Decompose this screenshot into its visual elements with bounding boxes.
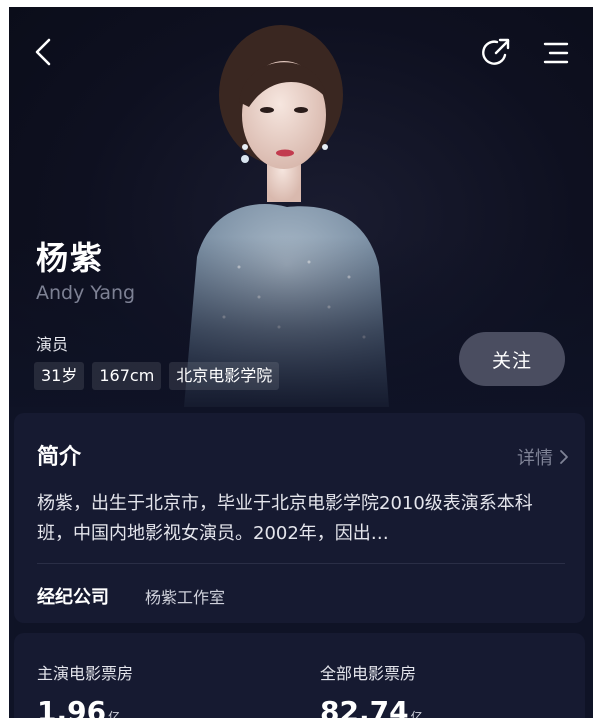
intro-bio-text: 杨紫，出生于北京市，毕业于北京电影学院2010级表演系本科班，中国内地影视女演员…: [37, 493, 533, 544]
height-tag: 167cm: [92, 362, 162, 390]
total-box-office-number: 82.74: [320, 695, 409, 718]
share-icon[interactable]: [479, 34, 515, 70]
follow-button[interactable]: 关注: [459, 332, 565, 386]
box-office-card: 主演电影票房 1.96 亿 全部电影票房 82.74 亿: [14, 633, 585, 718]
lead-box-office-label: 主演电影票房: [37, 664, 134, 683]
total-box-office-value: 82.74 亿: [320, 695, 423, 718]
lead-box-office-number: 1.96: [37, 695, 107, 718]
chevron-right-icon: [560, 450, 568, 464]
profile-tags: 31岁 167cm 北京电影学院: [34, 362, 280, 390]
agency-value[interactable]: 杨紫工作室: [145, 584, 225, 608]
intro-title: 简介: [37, 445, 82, 470]
intro-detail-link[interactable]: 详情: [517, 444, 569, 470]
menu-icon[interactable]: [538, 35, 574, 71]
agency-label: 经纪公司: [37, 587, 109, 608]
intro-card: 简介 详情 杨紫，出生于北京市，毕业于北京电影学院2010级表演系本科班，中国内…: [14, 413, 585, 623]
celebrity-english-name: Andy Yang: [36, 282, 136, 304]
celebrity-name: 杨紫: [36, 239, 105, 277]
hero-banner: 杨紫 Andy Yang 演员 31岁 167cm 北京电影学院 关注: [9, 7, 593, 407]
chevron-left-icon[interactable]: [27, 34, 63, 70]
total-box-office-unit: 亿: [410, 710, 423, 718]
lead-box-office-unit: 亿: [108, 710, 121, 718]
divider: [37, 563, 565, 564]
celebrity-profile-screen: 杨紫 Andy Yang 演员 31岁 167cm 北京电影学院 关注 简介 详…: [9, 7, 593, 718]
detail-label: 详情: [517, 448, 553, 469]
school-tag[interactable]: 北京电影学院: [169, 362, 280, 390]
total-box-office-label: 全部电影票房: [320, 664, 417, 683]
lead-box-office-value: 1.96 亿: [37, 695, 120, 718]
age-tag: 31岁: [34, 362, 85, 390]
celebrity-role: 演员: [36, 335, 69, 354]
